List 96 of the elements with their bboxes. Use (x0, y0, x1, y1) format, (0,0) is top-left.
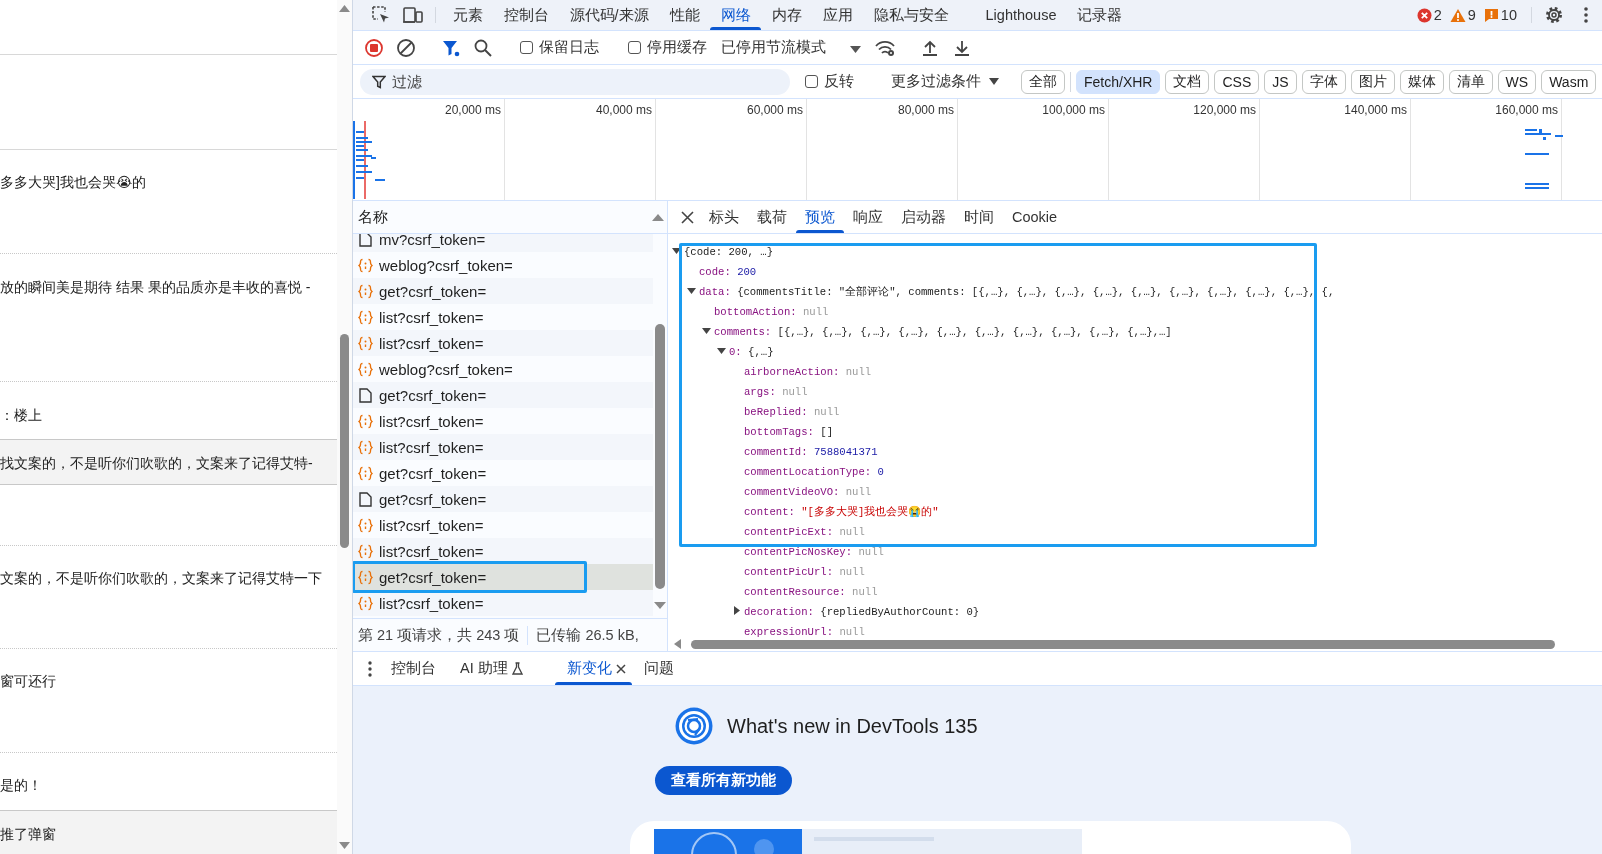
time-tick: 160,000 ms (1495, 103, 1558, 117)
tree-line: commentVideoVO: null (744, 486, 872, 498)
panel-tab[interactable]: 源代码/来源 (559, 0, 660, 30)
time-tick: 80,000 ms (897, 103, 954, 117)
tree-line: beReplied: null (744, 406, 840, 418)
type-filter-chip[interactable]: CSS (1214, 69, 1260, 94)
count-label: 10 (1500, 7, 1517, 23)
request-row[interactable]: get?csrf_token= (353, 564, 653, 590)
tree-line: contentPicExt: null (744, 526, 865, 538)
request-row[interactable]: get?csrf_token= (353, 486, 653, 512)
detail-tab[interactable]: 标头 (700, 201, 748, 233)
type-filter-chip[interactable]: 字体 (1301, 69, 1346, 94)
time-tick: 60,000 ms (746, 103, 803, 117)
time-tick: 100,000 ms (1042, 103, 1105, 117)
tree-line: contentPicNosKey: null (744, 546, 884, 558)
status-text: 已传输 26.5 kB, (527, 625, 647, 645)
time-tick: 20,000 ms (444, 103, 501, 117)
tree-line[interactable]: 0: {,…} (729, 346, 774, 358)
tree-line[interactable]: decoration: {repliedByAuthorCount: 0} (744, 606, 980, 618)
tree-line[interactable]: comments: [{,…}, {,…}, {,…}, {,…}, {,…}, {,…}, {,…}, {,…}, {,…}, {,…},…] (714, 326, 1172, 338)
tree-line: args: null (744, 386, 808, 398)
comment-text: 推了弹窗 (0, 825, 56, 844)
tree-line[interactable]: {code: 200, …} (684, 246, 773, 258)
checkbox-label[interactable]: 保留日志 (539, 38, 599, 57)
count-label: 2 (1433, 7, 1442, 23)
request-row[interactable]: get?csrf_token= (353, 278, 653, 304)
comment-text: 文案的，不是听你们吹歌的，文案来了记得艾特一下 (0, 569, 322, 588)
tree-line: bottomAction: null (714, 306, 829, 318)
checkbox-label[interactable]: 反转 (824, 72, 854, 91)
type-filter-chip[interactable]: JS (1264, 69, 1297, 94)
comment-text: 放的瞬间美是期待 结果 果的品质亦是丰收的喜悦 - (0, 278, 311, 297)
tree-line: contentPicUrl: null (744, 566, 865, 578)
drawer-tab[interactable]: 控制台 (391, 659, 436, 678)
comment-text: 找文案的，不是听你们吹歌的，文案来了记得艾特- (0, 454, 313, 473)
drawer-tab[interactable]: AI 助理 (460, 659, 508, 678)
detail-tab[interactable]: 预览 (796, 201, 844, 233)
panel-tab[interactable]: 网络 (710, 0, 762, 30)
request-row[interactable]: list?csrf_token= (353, 408, 653, 434)
tree-line: expressionUrl: null (744, 626, 865, 637)
panel-tab[interactable]: 元素 (442, 0, 493, 30)
tree-line[interactable]: data: {commentsTitle: "全部评论", comments: [{,…}, {,…}, {,…}, {,…}, {,…}, {,…}, {,…}, {,…}, {,…}, {, (699, 285, 1335, 299)
request-row[interactable]: list?csrf_token= (353, 538, 653, 564)
tree-line: airborneAction: null (744, 366, 872, 378)
whats-new-title: What's new in DevTools 135 (727, 714, 978, 738)
panel-tab[interactable]: 内存 (761, 0, 813, 30)
see-all-button[interactable]: 查看所有新功能 (655, 766, 792, 795)
type-filter-chip[interactable]: WS (1497, 69, 1537, 94)
tree-line: code: 200 (699, 266, 757, 278)
detail-tab[interactable]: 响应 (844, 201, 892, 233)
type-filter-chip[interactable]: 文档 (1165, 69, 1210, 94)
request-row[interactable]: weblog?csrf_token= (353, 252, 653, 278)
filter-field[interactable]: 过滤 (360, 68, 790, 95)
drawer-tab[interactable]: 新变化 (566, 659, 612, 678)
tree-line: contentResource: null (744, 586, 878, 598)
comment-text: 是的！ (0, 776, 42, 795)
type-filter-chip[interactable]: 媒体 (1399, 69, 1444, 94)
request-row[interactable]: weblog?csrf_token= (353, 356, 653, 382)
detail-tab[interactable]: Cookie (1003, 201, 1067, 233)
status-text: 第 21 项请求，共 243 项 (357, 625, 521, 645)
request-row[interactable]: list?csrf_token= (353, 434, 653, 460)
panel-tab[interactable]: Lighthouse (975, 0, 1067, 30)
type-filter-chip[interactable]: Wasm (1541, 69, 1597, 94)
request-row[interactable]: list?csrf_token= (353, 330, 653, 356)
panel-tab[interactable]: 性能 (659, 0, 711, 30)
request-row[interactable]: list?csrf_token= (353, 512, 653, 538)
type-filter-chip[interactable]: 清单 (1448, 69, 1493, 94)
comment-text: ：楼上 (0, 406, 42, 425)
detail-tab[interactable]: 时间 (955, 201, 1003, 233)
time-tick: 140,000 ms (1344, 103, 1407, 117)
request-row[interactable]: mv?csrf_token= (353, 234, 653, 252)
time-tick: 40,000 ms (595, 103, 652, 117)
request-row[interactable]: get?csrf_token= (353, 382, 653, 408)
more-filters-dropdown[interactable]: 更多过滤条件 (891, 72, 981, 91)
detail-tab[interactable]: 载荷 (748, 201, 796, 233)
request-row[interactable]: list?csrf_token= (353, 304, 653, 330)
drawer-tab[interactable]: 问题 (643, 659, 674, 678)
tree-line: commentLocationType: 0 (744, 466, 884, 478)
checkbox-label[interactable]: 停用缓存 (647, 38, 707, 57)
panel-tab[interactable]: 记录器 (1067, 0, 1133, 30)
type-filter-chip[interactable]: Fetch/XHR (1076, 69, 1161, 94)
panel-tab[interactable]: 应用 (812, 0, 864, 30)
tree-line: bottomTags: [] (744, 426, 833, 438)
comment-text: 窗可还行 (0, 672, 56, 691)
panel-tab[interactable]: 隐私与安全 (863, 0, 960, 30)
detail-tab[interactable]: 启动器 (892, 201, 955, 233)
tree-line: commentId: 7588041371 (744, 446, 878, 458)
type-filter-chip[interactable]: 图片 (1350, 69, 1395, 94)
count-label: 9 (1467, 7, 1476, 23)
panel-tab[interactable]: 控制台 (493, 0, 559, 30)
time-tick: 120,000 ms (1193, 103, 1256, 117)
comment-text: 多多大哭]我也会哭😭的 (0, 173, 147, 192)
tree-line: content: "[多多大哭]我也会哭😭的" (744, 505, 939, 519)
column-header[interactable]: 名称 (358, 207, 388, 227)
request-row[interactable]: get?csrf_token= (353, 460, 653, 486)
throttling-dropdown[interactable]: 已停用节流模式 (721, 38, 826, 57)
type-filter-chip[interactable]: 全部 (1021, 69, 1065, 94)
